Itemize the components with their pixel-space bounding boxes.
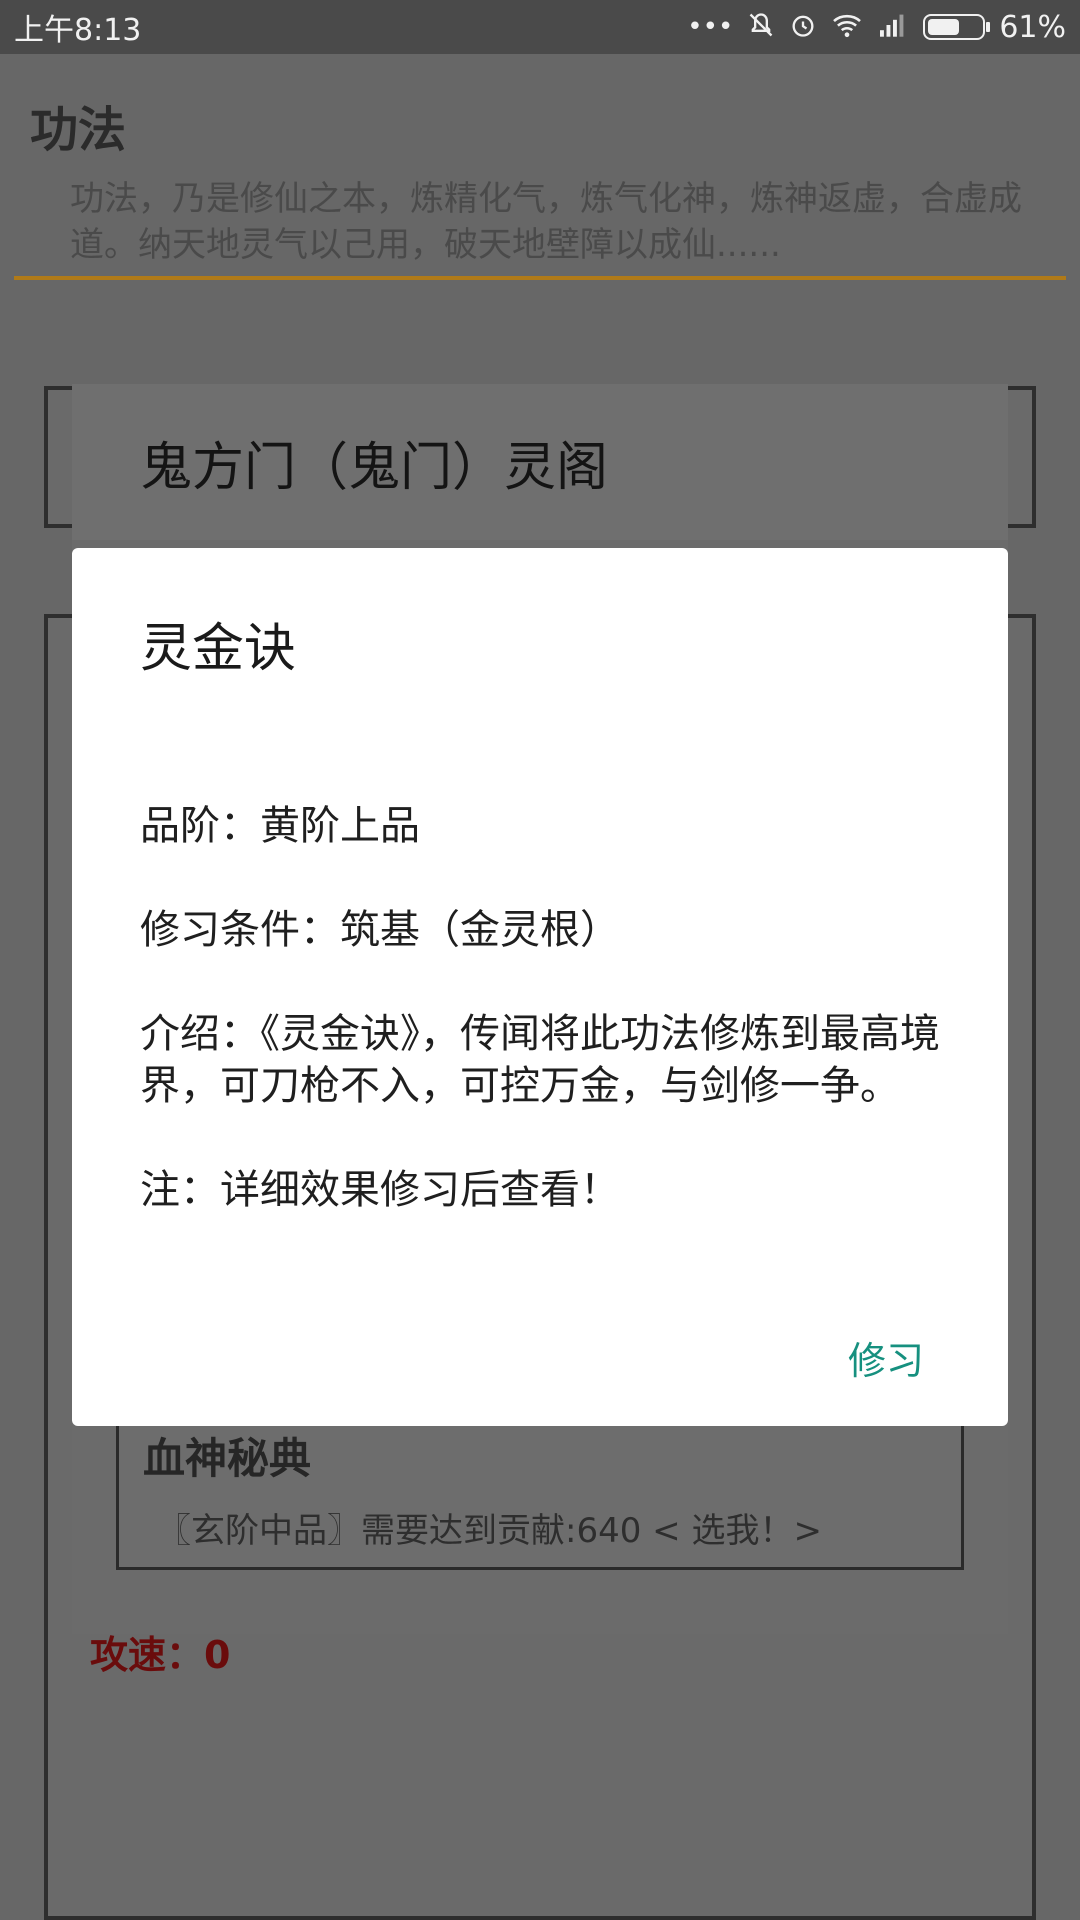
note-text: 注：详细效果修习后查看！ [140, 1167, 620, 1213]
page-header: 功法 功法，乃是修仙之本，炼精化气，炼气化神，炼神返虚，合虚成道。纳天地灵气以己… [14, 54, 1066, 276]
battery-level [928, 19, 959, 35]
wifi-icon [831, 12, 863, 43]
list-item[interactable]: 血神秘典 〖玄阶中品〗需要达到贡献:640 < 选我！> [116, 1418, 964, 1570]
learn-button[interactable]: 修习 [848, 1330, 924, 1385]
more-dots-icon: ••• [687, 12, 734, 42]
list-item-title: 血神秘典 [143, 1434, 312, 1483]
attack-speed-stat: 攻速：0 [90, 1633, 231, 1677]
bell-muted-icon [747, 11, 775, 44]
status-time: 上午8:13 [14, 13, 142, 48]
introduction-text: 介绍：《灵金诀》，传闻将此功法修炼到最高境界，可刀枪不入，可控万金，与剑修一争。 [140, 1011, 940, 1109]
page-title: 功法 [30, 102, 127, 158]
grade-text: 品阶：黄阶上品 [140, 803, 420, 849]
status-icons: ••• 61% [687, 10, 1066, 45]
list-item-subtitle: 〖玄阶中品〗需要达到贡献:640 < 选我！> [157, 1511, 822, 1551]
signal-icon [877, 12, 909, 43]
alarm-icon [789, 11, 817, 44]
battery-percent: 61% [999, 9, 1066, 45]
technique-dialog: 灵金诀 品阶：黄阶上品 修习条件：筑基（金灵根） 介绍：《灵金诀》，传闻将此功法… [72, 548, 1008, 1426]
dialog-body: 品阶：黄阶上品 修习条件：筑基（金灵根） 介绍：《灵金诀》，传闻将此功法修炼到最… [140, 800, 944, 1268]
header-divider [14, 276, 1066, 280]
sect-header: 鬼方门（鬼门）灵阁 [72, 384, 1008, 540]
dialog-title: 灵金诀 [140, 619, 297, 679]
battery-icon [923, 14, 991, 40]
page-description: 功法，乃是修仙之本，炼精化气，炼气化神，炼神返虚，合虚成道。纳天地灵气以己用，破… [70, 179, 1022, 265]
requirement-text: 修习条件：筑基（金灵根） [140, 907, 620, 953]
status-bar: 上午8:13 ••• 61% [0, 0, 1080, 54]
